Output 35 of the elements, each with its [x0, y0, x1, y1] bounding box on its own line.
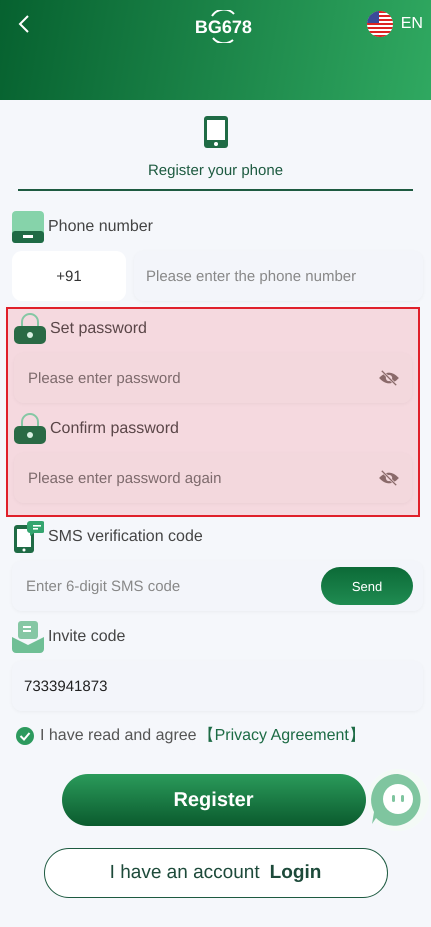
field-label: Confirm password — [50, 420, 179, 438]
password-input[interactable]: Please enter password — [26, 368, 378, 388]
language-label[interactable]: EN — [400, 15, 423, 33]
field-label: Set password — [50, 320, 147, 338]
eye-off-icon[interactable] — [378, 469, 400, 487]
register-phone-tab[interactable]: Register your phone — [18, 116, 413, 191]
agreement-text: I have read and agree — [40, 726, 197, 744]
password-input[interactable]: Please enter password again — [26, 468, 378, 488]
invite-code-field[interactable]: 7333941873 — [12, 661, 423, 711]
logo-arc-icon — [211, 10, 236, 16]
logo-arc-icon — [212, 36, 234, 42]
back-icon[interactable] — [18, 14, 30, 34]
phone-message-icon — [12, 521, 44, 553]
check-icon[interactable] — [16, 726, 34, 744]
sms-code-field[interactable]: Enter 6-digit SMS code Send — [12, 561, 423, 611]
privacy-agreement-link[interactable]: 【Privacy Agreement】 — [198, 725, 365, 746]
eye-off-icon[interactable] — [378, 369, 400, 387]
login-button[interactable]: I have an account Login — [44, 848, 388, 898]
country-code-field[interactable]: +91 — [12, 251, 126, 301]
card-icon — [12, 211, 44, 243]
phone-icon — [204, 116, 228, 148]
phone-input-field[interactable]: Please enter the phone number — [134, 251, 423, 301]
flag-icon[interactable] — [366, 11, 393, 37]
register-button[interactable]: Register — [62, 774, 366, 826]
password-field[interactable]: Please enter password again — [14, 453, 412, 503]
logo: BG678 — [194, 16, 252, 36]
field-label: Phone number — [48, 218, 153, 236]
lock-icon — [14, 313, 46, 345]
field-label: SMS verification code — [48, 528, 203, 546]
field-label: Invite code — [48, 628, 126, 646]
send-button[interactable]: Send — [321, 567, 413, 605]
password-field[interactable]: Please enter password — [14, 353, 412, 403]
sms-code-input[interactable]: Enter 6-digit SMS code — [24, 576, 321, 596]
lock-icon — [14, 413, 46, 445]
envelope-icon — [12, 621, 44, 653]
